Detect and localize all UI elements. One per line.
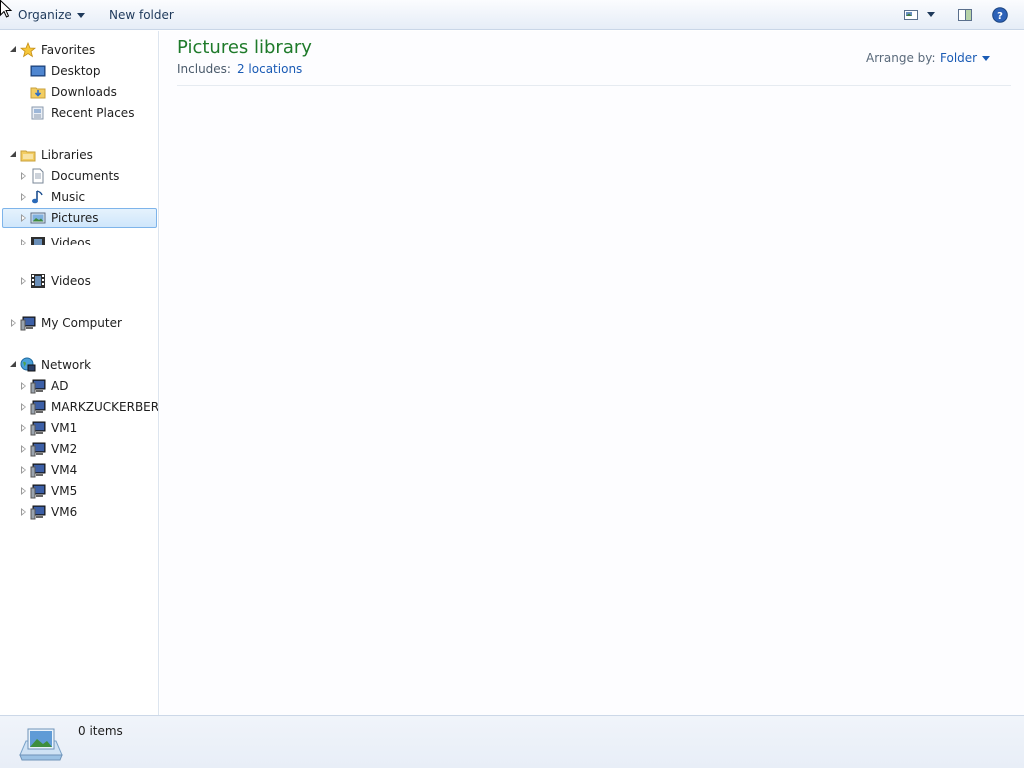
collapsed-arrow-icon[interactable] (21, 424, 26, 432)
item-count: 0 items (78, 724, 123, 738)
collapsed-arrow-icon[interactable] (21, 382, 26, 390)
includes-locations-link[interactable]: 2 locations (237, 62, 302, 76)
nav-item-label: VM5 (51, 484, 78, 498)
nav-network-computer[interactable]: VM5 (0, 481, 158, 501)
nav-item-label: VM1 (51, 421, 78, 435)
preview-pane-icon[interactable] (957, 7, 973, 23)
recent-places-icon (31, 106, 44, 120)
nav-item-recent-places[interactable]: Recent Places (0, 103, 158, 123)
computer-icon (30, 484, 46, 499)
arrange-by-dropdown[interactable]: Folder (940, 51, 977, 65)
nav-item-label: Recent Places (51, 106, 135, 120)
nav-item-label: Pictures (51, 211, 99, 225)
details-pane: 0 items (0, 715, 1024, 768)
collapsed-arrow-icon[interactable] (21, 172, 26, 180)
nav-libraries[interactable]: Libraries (0, 145, 158, 165)
nav-item-label: AD (51, 379, 69, 393)
collapsed-arrow-icon[interactable] (21, 403, 26, 411)
library-pictures-icon (19, 728, 63, 761)
nav-item-label: VM2 (51, 442, 78, 456)
collapsed-arrow-icon[interactable] (21, 445, 26, 453)
collapsed-arrow-icon[interactable] (21, 239, 26, 245)
nav-network-computer[interactable]: MARKZUCKERBERG (0, 397, 158, 417)
chevron-down-icon (76, 13, 85, 18)
video-film-icon (31, 237, 45, 245)
nav-favorites[interactable]: Favorites (0, 40, 158, 60)
nav-libraries-label: Libraries (41, 148, 93, 162)
nav-item-label: Desktop (51, 64, 101, 78)
nav-network-computer[interactable]: AD (0, 376, 158, 396)
file-list-area[interactable]: Pictures library Includes: 2 locations Ar… (160, 31, 1024, 715)
computer-icon (30, 442, 46, 457)
downloads-folder-icon (30, 87, 46, 99)
organize-button[interactable]: Organize (18, 7, 85, 23)
computer-icon (20, 316, 36, 331)
nav-network-label: Network (41, 358, 92, 372)
collapsed-arrow-icon[interactable] (21, 487, 26, 495)
libraries-icon (20, 150, 36, 162)
expanded-arrow-icon[interactable] (10, 46, 16, 52)
nav-network-computer[interactable]: VM2 (0, 439, 158, 459)
nav-item-label: MARKZUCKERBERG (51, 400, 159, 414)
desktop-icon (30, 65, 46, 77)
nav-my-computer-label: My Computer (41, 316, 122, 330)
nav-network-computer[interactable]: VM1 (0, 418, 158, 438)
change-view-icon[interactable] (903, 7, 919, 23)
documents-icon (32, 168, 44, 184)
collapsed-arrow-icon[interactable] (21, 508, 26, 516)
svg-text:?: ? (997, 11, 1003, 22)
organize-label: Organize (18, 8, 72, 22)
expanded-arrow-icon[interactable] (10, 151, 16, 157)
navigation-pane: Favorites Desktop Downloads Recent Place… (0, 31, 159, 715)
network-globe-icon (20, 357, 36, 372)
nav-item-label: Videos (51, 236, 91, 245)
nav-item-label: Videos (51, 274, 91, 288)
computer-icon (30, 400, 46, 415)
nav-item-label: VM4 (51, 463, 78, 477)
nav-network-computer[interactable]: VM4 (0, 460, 158, 480)
header-divider (177, 85, 1011, 86)
computer-icon (30, 505, 46, 520)
nav-my-computer[interactable]: My Computer (0, 313, 158, 333)
nav-item-label: VM6 (51, 505, 78, 519)
nav-item-music[interactable]: Music (0, 187, 158, 207)
computer-icon (30, 379, 46, 394)
nav-item-videos[interactable]: Videos (0, 271, 158, 291)
computer-icon (30, 463, 46, 478)
mouse-cursor-icon (0, 0, 13, 18)
nav-network-computer[interactable]: VM6 (0, 502, 158, 522)
new-folder-button[interactable]: New folder (109, 7, 174, 23)
nav-favorites-label: Favorites (41, 43, 96, 57)
library-includes: Includes: 2 locations (177, 62, 302, 76)
command-bar: Organize New folder ? (0, 0, 1024, 30)
nav-item-label: Downloads (51, 85, 117, 99)
nav-item-videos-library[interactable]: Videos (0, 233, 158, 245)
nav-item-downloads[interactable]: Downloads (0, 82, 158, 102)
page-title: Pictures library (177, 37, 312, 58)
computer-icon (30, 421, 46, 436)
star-icon (20, 42, 36, 58)
nav-item-label: Documents (51, 169, 120, 183)
collapsed-arrow-icon[interactable] (11, 319, 16, 327)
chevron-down-icon[interactable] (982, 56, 990, 61)
help-icon[interactable]: ? (992, 7, 1008, 23)
nav-network[interactable]: Network (0, 355, 158, 375)
views-dropdown-icon[interactable] (927, 12, 935, 17)
collapsed-arrow-icon[interactable] (21, 277, 26, 285)
collapsed-arrow-icon[interactable] (21, 466, 26, 474)
pictures-icon (30, 212, 46, 224)
expanded-arrow-icon[interactable] (10, 361, 16, 367)
nav-item-label: Music (51, 190, 86, 204)
collapsed-arrow-icon[interactable] (21, 214, 26, 222)
video-film-icon (31, 274, 45, 288)
nav-item-desktop[interactable]: Desktop (0, 61, 158, 81)
nav-item-documents[interactable]: Documents (0, 166, 158, 186)
music-note-icon (32, 190, 43, 204)
arrange-by-label: Arrange by: (866, 51, 936, 65)
collapsed-arrow-icon[interactable] (21, 193, 26, 201)
nav-item-pictures[interactable]: Pictures (2, 208, 157, 228)
includes-label: Includes: (177, 62, 231, 76)
